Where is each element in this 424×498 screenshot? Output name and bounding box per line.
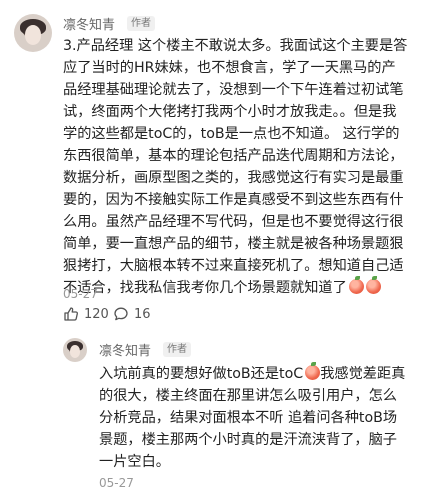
comment-line-last: 不适合，找我私信我考你几个场景题就知道了 xyxy=(63,276,407,299)
reply-line: 入坑前真的要想好做toB还是toC xyxy=(99,366,304,382)
comment-line: 品经理基础理论就去了，没想到一个下午连着过初试笔 xyxy=(63,82,404,98)
reply-line-tail: 我感觉差距真 xyxy=(320,366,406,382)
comment-line: 狠拷打，大脑根本转不过来直接死机了。想知道自己适 xyxy=(63,258,404,274)
reply-line: 分析竞品，结果对面根本不听 追着问各种toB场 xyxy=(99,410,398,426)
comment-line: 应了当时的HR妹妹，也不想食言，学了一天黑马的产 xyxy=(63,60,396,76)
reply-body: 入坑前真的要想好做toB还是toC 我感觉差距真 的很大，楼主终面在那里讲怎么吸引… xyxy=(99,362,406,473)
author-name[interactable]: 凛冬知青 xyxy=(63,14,115,33)
like-count: 120 xyxy=(84,306,109,322)
comment-line: 要的，因为不接触实际工作是真感受不到这些东西有什 xyxy=(63,192,404,208)
comment-date: 05-27 xyxy=(63,287,98,301)
reply-author-badge: 作者 xyxy=(163,342,191,357)
reply-line: 一片空白。 xyxy=(99,454,170,470)
comment-line: 简单，要一直想产品的细节，楼主就是被各种场景题狠 xyxy=(63,236,404,252)
comment-line: 么用。虽然产品经理不写代码，但是也不要觉得这行很 xyxy=(63,214,404,230)
reply-author-name[interactable]: 凛冬知青 xyxy=(99,340,151,359)
comment-bubble-icon xyxy=(114,307,128,321)
comment-line: 试，终面两个大佬拷打我两个小时才放我走。。但是我 xyxy=(63,104,397,120)
author-avatar[interactable] xyxy=(14,14,52,52)
reply-date: 05-27 xyxy=(99,476,134,490)
reply-button[interactable]: 16 xyxy=(113,306,151,322)
avatar-face xyxy=(69,345,81,358)
author-badge: 作者 xyxy=(127,16,155,31)
like-button[interactable]: 120 xyxy=(63,306,109,322)
reply-count: 16 xyxy=(134,306,151,322)
comment-line: 东西很简单，基本的理论包括产品迭代周期和方法论， xyxy=(63,148,404,164)
comment-line: 3.产品经理 这个楼主不敢说太多。我面试这个主要是答 xyxy=(63,38,408,54)
comment-line: 不适合，找我私信我考你几个场景题就知道了 xyxy=(63,280,347,296)
avatar-face xyxy=(24,25,42,46)
comment-body: 3.产品经理 这个楼主不敢说太多。我面试这个主要是答 应了当时的HR妹妹，也不想… xyxy=(63,35,407,299)
comment-line: 数据分析，画原型图之类的，我感觉这行有实习是最重 xyxy=(63,170,404,186)
peach-emoji-icon xyxy=(305,362,321,380)
peach-emoji-icon xyxy=(365,276,381,294)
reply-line: 的很大，楼主终面在那里讲怎么吸引用户，怎么 xyxy=(99,388,397,404)
reply-line: 景题，楼主那两个小时真的是汗流浃背了，脑子 xyxy=(99,432,397,448)
reply-line-first: 入坑前真的要想好做toB还是toC 我感觉差距真 xyxy=(99,362,406,385)
thumbs-up-icon xyxy=(64,307,78,321)
comment-line: 学的这些都是toC的，toB是一点也不知道。 这行学的 xyxy=(63,126,400,142)
peach-emoji-icon xyxy=(348,276,364,294)
reply-author-avatar[interactable] xyxy=(63,338,87,362)
